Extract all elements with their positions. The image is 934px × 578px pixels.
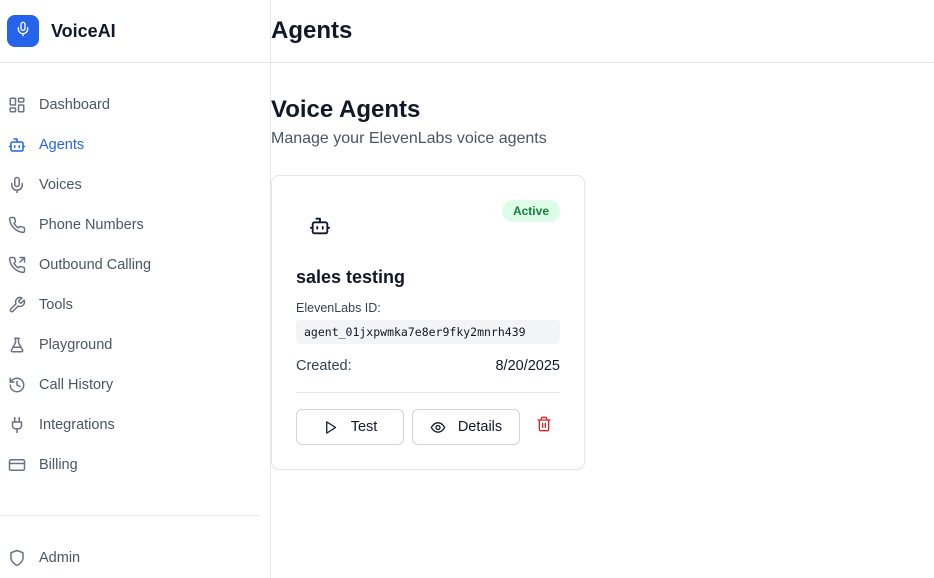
mic-icon [15,21,31,42]
sidebar-item-dashboard[interactable]: Dashboard [0,85,270,125]
sidebar-item-label: Tools [39,297,73,313]
delete-button[interactable] [534,416,554,436]
details-button[interactable]: Details [412,409,520,445]
sidebar: VoiceAI Dashboard Agents Voices Phone Nu… [0,0,271,578]
sidebar-item-label: Outbound Calling [39,257,152,273]
main-content: Agents Voice Agents Manage your ElevenLa… [271,0,934,578]
sidebar-item-label: Dashboard [39,97,110,113]
section-subtitle: Manage your ElevenLabs voice agents [271,130,547,147]
created-date: 8/20/2025 [495,358,560,374]
sidebar-item-label: Billing [39,457,78,473]
page-title: Agents [271,17,353,44]
eye-icon [430,419,446,435]
created-label: Created: [296,358,352,374]
plug-icon [7,415,27,435]
sidebar-item-label: Playground [39,337,113,353]
wrench-icon [7,295,27,315]
agent-id-value: agent_01jxpwmka7e8er9fky2mnrh439 [296,320,560,344]
agent-card: Active sales testing ElevenLabs ID: agen… [271,175,585,470]
details-button-label: Details [457,419,503,435]
sidebar-item-label: Voices [39,177,82,193]
flask-icon [7,335,27,355]
brand-name: VoiceAI [51,20,116,41]
created-row: Created: 8/20/2025 [296,358,560,374]
test-button[interactable]: Test [296,409,404,445]
sidebar-nav: Dashboard Agents Voices Phone Numbers Ou… [0,85,270,485]
sidebar-item-admin[interactable]: Admin [0,538,270,578]
shield-icon [7,548,27,568]
credit-card-icon [7,455,27,475]
test-button-label: Test [350,419,378,435]
sidebar-item-agents[interactable]: Agents [0,125,270,165]
brand-header: VoiceAI [0,0,270,63]
sidebar-item-phone-numbers[interactable]: Phone Numbers [0,205,270,245]
phone-outgoing-icon [7,255,27,275]
sidebar-item-label: Agents [39,137,85,153]
section-title: Voice Agents [271,96,421,123]
sidebar-item-billing[interactable]: Billing [0,445,270,485]
agent-id-label: ElevenLabs ID: [296,301,381,315]
sidebar-item-label: Call History [39,377,114,393]
sidebar-item-call-history[interactable]: Call History [0,365,270,405]
trash-icon [536,416,552,437]
brand-logo[interactable] [7,15,39,47]
play-icon [323,419,339,435]
bot-icon [308,214,332,238]
agent-name: sales testing [296,267,406,287]
sidebar-item-label: Phone Numbers [39,217,144,233]
sidebar-item-tools[interactable]: Tools [0,285,270,325]
phone-icon [7,215,27,235]
mic-icon [7,175,27,195]
status-badge: Active [501,200,560,222]
history-icon [7,375,27,395]
sidebar-item-playground[interactable]: Playground [0,325,270,365]
top-bar: Agents [271,0,934,63]
dashboard-icon [7,95,27,115]
sidebar-item-label: Admin [39,550,81,566]
bot-icon [7,135,27,155]
sidebar-item-outbound-calling[interactable]: Outbound Calling [0,245,270,285]
sidebar-item-integrations[interactable]: Integrations [0,405,270,445]
sidebar-divider [0,515,259,516]
sidebar-admin-section: Admin [0,538,270,578]
sidebar-item-voices[interactable]: Voices [0,165,270,205]
sidebar-item-label: Integrations [39,417,115,433]
card-divider [296,392,560,393]
